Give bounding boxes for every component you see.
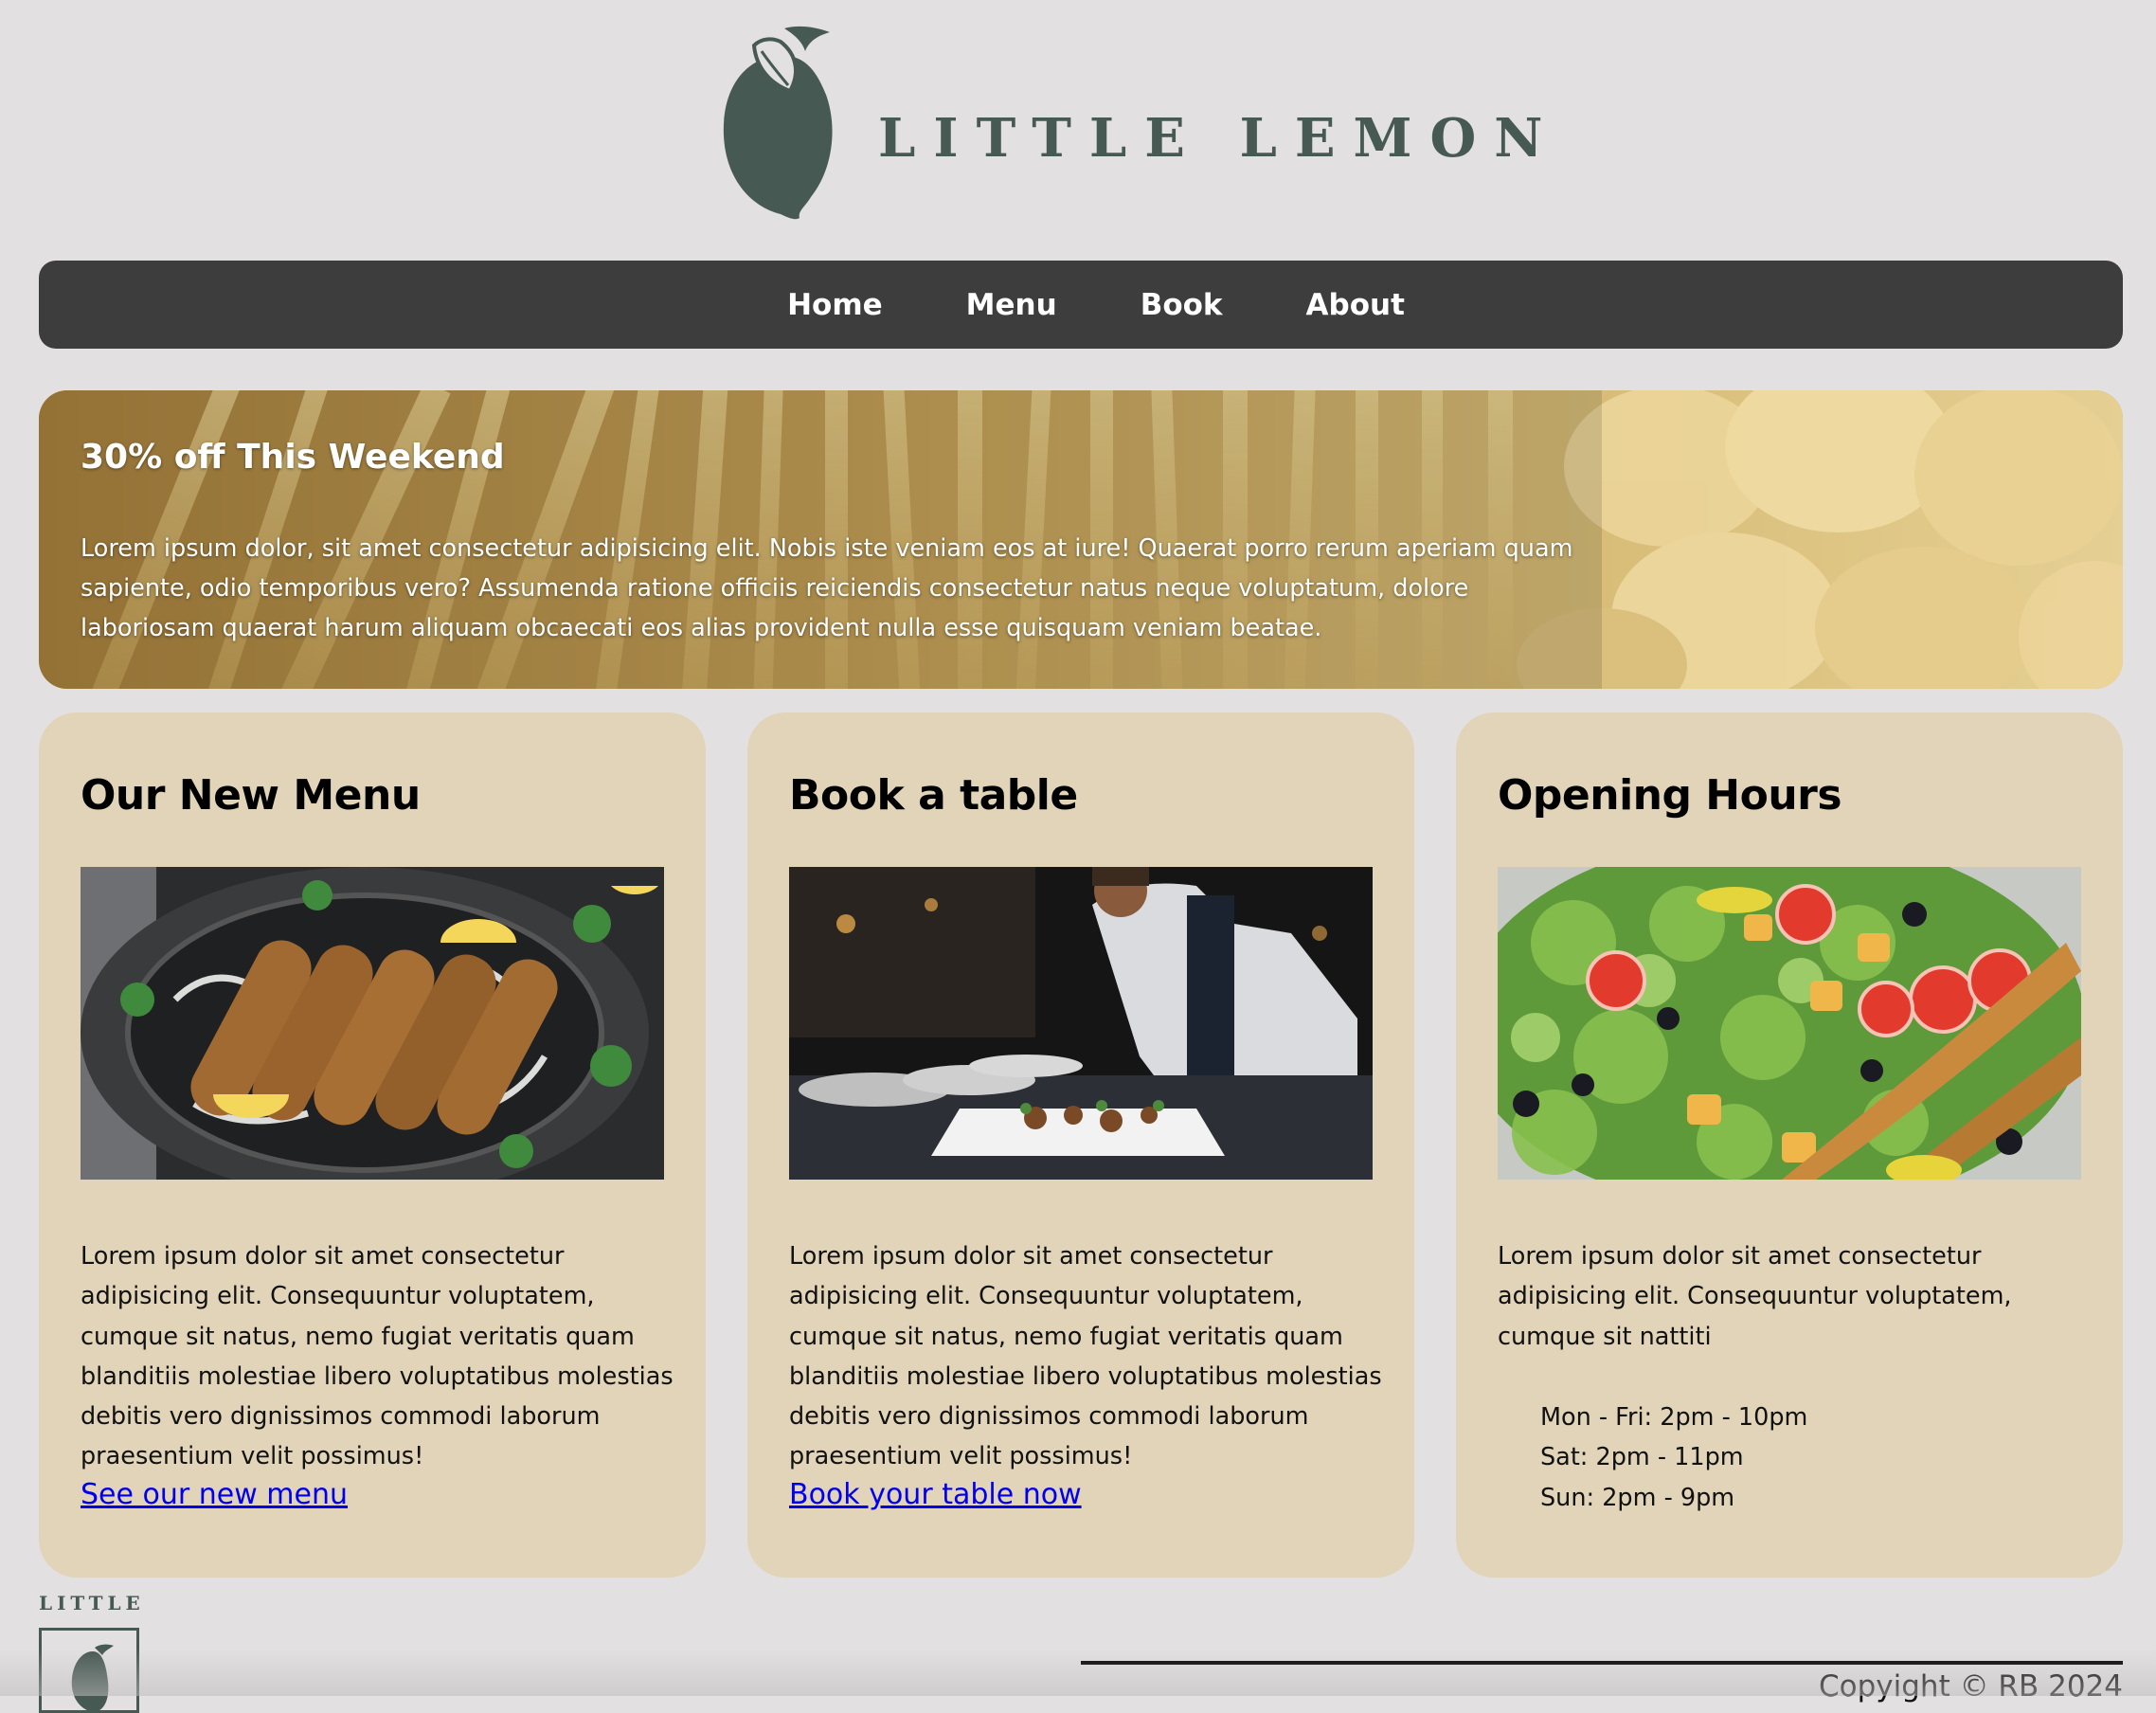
card-book-table: Book a table Lorem ipsum dolor sit amet … — [747, 712, 1414, 1578]
see-menu-link[interactable]: See our new menu — [81, 1478, 348, 1511]
promo-text: Lorem ipsum dolor, sit amet consectetur … — [81, 534, 1573, 642]
lemon-icon — [723, 26, 833, 220]
card-title: Our New Menu — [81, 771, 421, 820]
nav-book-link[interactable]: Book — [1141, 288, 1223, 322]
footer-divider — [1081, 1661, 2123, 1665]
card-new-menu: Our New Menu Lorem ipsum dolor sit amet … — [39, 712, 706, 1578]
copyright-text: Copyight © RB 2024 — [1819, 1669, 2123, 1704]
card-opening-hours: Opening Hours Lorem ipsum dolor sit amet… — [1456, 712, 2123, 1578]
promo-title: 30% off This Weekend — [81, 438, 505, 477]
chef-plating-image — [789, 867, 1373, 1180]
promo-banner: 30% off This Weekend Lorem ipsum dolor, … — [39, 390, 2123, 689]
opening-hours-list: Mon - Fri: 2pm - 10pm Sat: 2pm - 11pm Su… — [1540, 1397, 1807, 1518]
lemon-icon — [71, 1644, 114, 1710]
nav-about-link[interactable]: About — [1306, 288, 1405, 322]
nav-home-link[interactable]: Home — [787, 288, 883, 322]
hours-weekdays: Mon - Fri: 2pm - 10pm — [1540, 1403, 1808, 1432]
kebab-skewers-image — [81, 867, 664, 1180]
footer-logo[interactable]: LITTLE — [39, 1592, 153, 1713]
main-nav: Home Menu Book About — [39, 261, 2123, 349]
card-text: Lorem ipsum dolor sit amet consectetur a… — [81, 1242, 674, 1471]
brand-name: LITTLE LEMON — [878, 107, 1561, 170]
card-text: Lorem ipsum dolor sit amet consectetur a… — [789, 1242, 1382, 1471]
nav-links: Home Menu Book About — [39, 261, 2123, 349]
nav-menu-link[interactable]: Menu — [966, 288, 1057, 322]
footer-logo-frame — [39, 1628, 139, 1713]
salad-image — [1498, 867, 2081, 1180]
book-table-link[interactable]: Book your table now — [789, 1478, 1082, 1511]
hours-saturday: Sat: 2pm - 11pm — [1540, 1443, 1744, 1472]
site-logo[interactable]: LITTLE LEMON — [712, 17, 1543, 221]
card-text: Lorem ipsum dolor sit amet consectetur a… — [1498, 1242, 2012, 1351]
card-title: Book a table — [789, 771, 1078, 820]
footer-brand-name: LITTLE — [39, 1592, 145, 1614]
card-title: Opening Hours — [1498, 771, 1842, 820]
hours-sunday: Sun: 2pm - 9pm — [1540, 1483, 1735, 1512]
